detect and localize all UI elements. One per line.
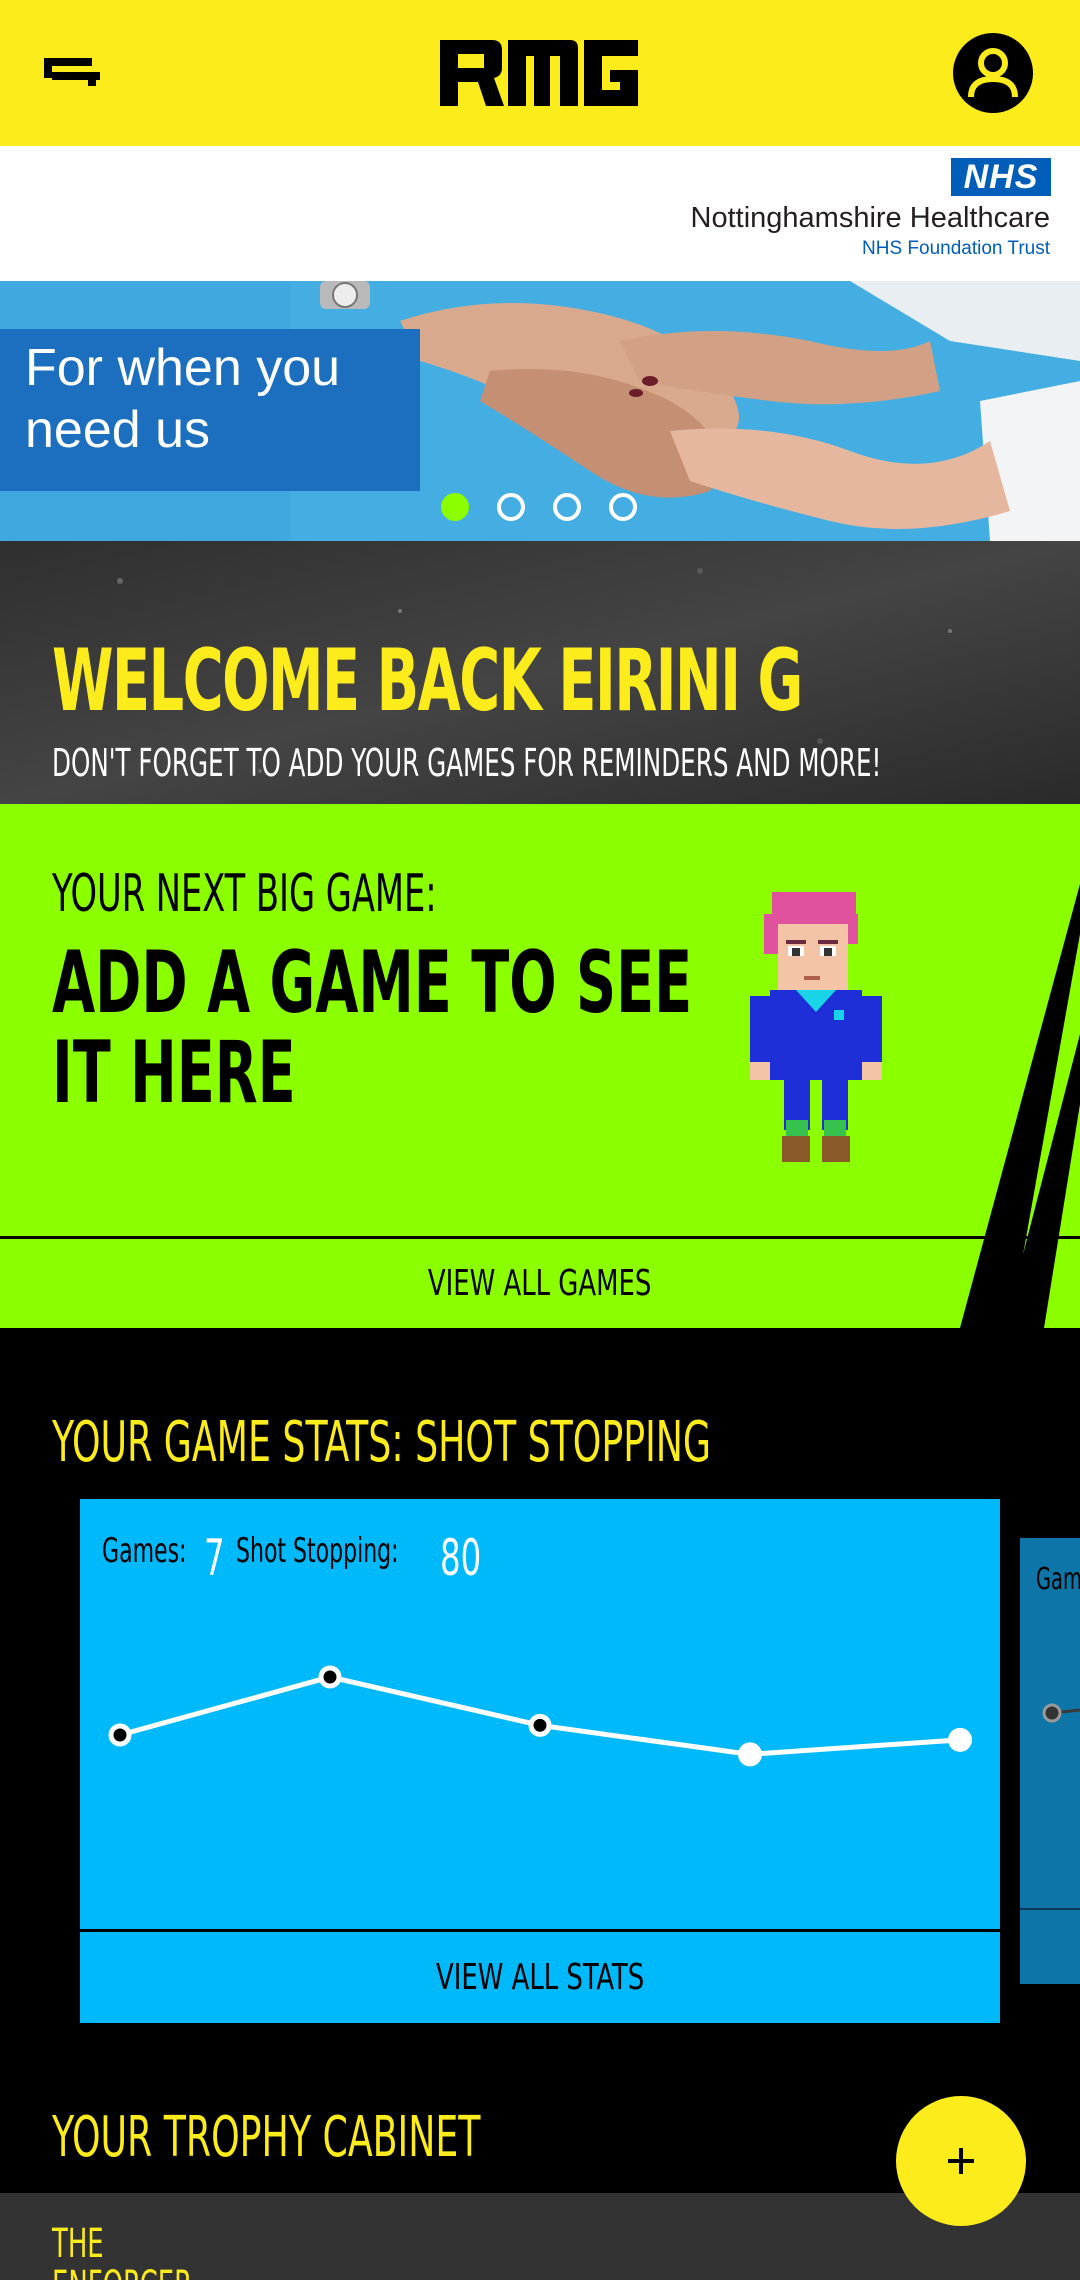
app-header bbox=[0, 0, 1080, 146]
banner-caption: For when you need us bbox=[25, 339, 341, 459]
next-game-card: YOUR NEXT BIG GAME: ADD A GAME TO SEE IT… bbox=[0, 804, 1080, 1328]
next-stat-card[interactable]: Gam bbox=[1020, 1538, 1080, 1984]
carousel-dot-3[interactable] bbox=[553, 493, 581, 521]
carousel-dots bbox=[441, 493, 641, 521]
next-stat-card-divider bbox=[1020, 1908, 1080, 1910]
user-profile-icon bbox=[968, 48, 1018, 98]
nhs-logo: NHS bbox=[951, 158, 1051, 196]
data-point bbox=[318, 1665, 342, 1689]
decorative-stripes bbox=[960, 884, 1080, 1328]
stats-section-title: YOUR GAME STATS: SHOT STOPPING bbox=[52, 1410, 712, 1475]
trophy-item: THE ENFORCER bbox=[52, 2221, 192, 2280]
next-game-title: ADD A GAME TO SEE IT HERE bbox=[52, 933, 693, 1123]
games-value: 7 bbox=[204, 1529, 225, 1587]
next-stat-card-label: Gam bbox=[1036, 1562, 1080, 1597]
sponsor-subtitle: NHS Foundation Trust bbox=[862, 238, 1050, 259]
view-all-stats-label: VIEW ALL STATS bbox=[435, 1957, 645, 1998]
promo-carousel[interactable]: For when you need us bbox=[0, 281, 1080, 541]
next-stat-card-line bbox=[1042, 1703, 1080, 1723]
welcome-subtitle: DON'T FORGET TO ADD YOUR GAMES FOR REMIN… bbox=[52, 741, 882, 785]
sponsor-bar: NHS Nottinghamshire Healthcare NHS Found… bbox=[0, 146, 1080, 281]
next-game-label: YOUR NEXT BIG GAME: bbox=[52, 864, 437, 924]
carousel-dot-2[interactable] bbox=[497, 493, 525, 521]
view-all-games-label: VIEW ALL GAMES bbox=[428, 1263, 652, 1304]
trophy-section-title: YOUR TROPHY CABINET bbox=[52, 2105, 481, 2170]
shot-stopping-value: 80 bbox=[440, 1529, 482, 1587]
games-label: Games: bbox=[102, 1531, 187, 1571]
view-all-games-button[interactable]: VIEW ALL GAMES bbox=[0, 1239, 1080, 1328]
carousel-dot-4[interactable] bbox=[609, 493, 637, 521]
carousel-dot-1[interactable] bbox=[441, 493, 469, 521]
shot-stopping-stats-card: Games: 7 Shot Stopping: 80 VIEW ALL STAT… bbox=[80, 1499, 1000, 2023]
add-game-button[interactable] bbox=[896, 2096, 1026, 2226]
welcome-section: WELCOME BACK EIRINI G DON'T FORGET TO AD… bbox=[0, 541, 1080, 804]
plus-icon bbox=[948, 2148, 974, 2174]
data-point bbox=[948, 1727, 972, 1752]
view-all-stats-button[interactable]: VIEW ALL STATS bbox=[80, 1932, 1000, 2023]
rmg-logo[interactable] bbox=[440, 38, 640, 108]
stats-line-chart bbox=[108, 1665, 972, 1767]
player-avatar bbox=[750, 892, 882, 1162]
data-point bbox=[108, 1723, 132, 1747]
shot-stopping-label: Shot Stopping: bbox=[236, 1531, 399, 1571]
welcome-title: WELCOME BACK EIRINI G bbox=[52, 631, 803, 731]
hamburger-menu-icon[interactable] bbox=[40, 50, 100, 94]
data-point bbox=[528, 1713, 552, 1737]
profile-button[interactable] bbox=[953, 33, 1033, 113]
sponsor-name: Nottinghamshire Healthcare bbox=[690, 202, 1050, 234]
data-point bbox=[738, 1742, 762, 1767]
